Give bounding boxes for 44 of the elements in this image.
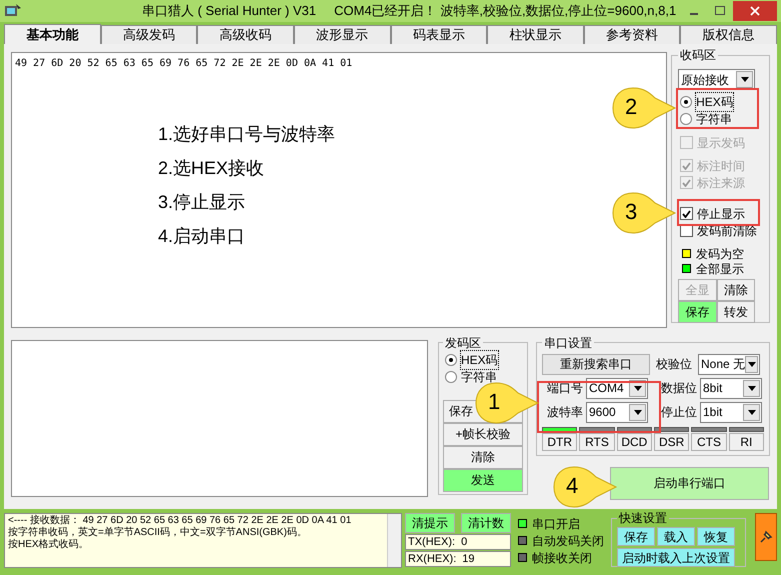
field-label: 校验位: [656, 356, 692, 374]
dropdown-value: 9600: [589, 404, 616, 422]
dropdown-value: 1bit: [703, 404, 722, 422]
field-label: 波特率: [547, 404, 583, 422]
counter-value: 19: [462, 552, 475, 566]
checkbox-label: 标注来源: [697, 174, 746, 192]
status-label: 帧接收关闭: [532, 550, 592, 566]
instruction-text: 4.启动串口: [158, 225, 246, 248]
checkbox-label: 显示发码: [697, 134, 746, 152]
checkbox-label: 标注时间: [697, 158, 746, 174]
radio-label: HEX码: [461, 351, 498, 370]
radio-label: 字符串: [461, 369, 497, 386]
status-label: 自动发码关闭: [532, 532, 604, 550]
panel-title: 串口设置: [543, 334, 593, 352]
field-label: 停止位: [661, 404, 697, 422]
log-line: <---- 接收数据： 49 27 6D 20 52 65 63 65 69 76 65 72 2E 2E 2E 0D 0A 41 01: [8, 515, 352, 526]
panel-title: 收码区: [679, 47, 718, 64]
callout-number: 2: [625, 94, 638, 120]
dropdown-value: COM4: [589, 380, 624, 398]
callout-number: 4: [566, 473, 578, 499]
counter-value: 0: [461, 535, 468, 549]
radio-label: 字符串: [696, 110, 732, 128]
dropdown-value: 8bit: [703, 380, 722, 398]
instruction-text: 2.选HEX接收: [158, 157, 264, 180]
legend-label: 发码为空: [696, 246, 744, 262]
log-line: 按HEX格式收码。: [8, 539, 90, 551]
panel-title: 快速设置: [618, 510, 668, 527]
instruction-text: 3.停止显示: [158, 191, 246, 214]
radio-label: HEX码: [696, 92, 733, 110]
status-label: 串口开启: [532, 516, 580, 532]
instruction-text: 1.选好串口号与波特率: [158, 123, 336, 146]
counter-label: TX(HEX):: [408, 535, 456, 549]
counter-label: RX(HEX):: [408, 552, 456, 566]
legend-label: 全部显示: [696, 260, 744, 278]
dropdown-value: 原始接收: [681, 72, 730, 88]
dropdown-value: None 无: [701, 356, 746, 374]
received-hex-text: 49 27 6D 20 52 65 63 65 69 76 65 72 2E 2E 2E 0D 0A 41 01: [15, 57, 354, 71]
window-title: 串口猎人 ( Serial Hunter ) V31 COM4已经开启！ 波特率,校验位,数据位,停止位=9600,n,8,1: [142, 2, 676, 20]
panel-title: 发码区: [444, 334, 482, 352]
callout-number: 3: [625, 199, 638, 225]
callout-number: 1: [488, 389, 500, 415]
checkbox-label: 停止显示: [697, 206, 746, 222]
log-line: 按字符串收码，英文=单字节ASCII码，中文=双字节ANSI(GBK)码。: [8, 527, 308, 538]
field-label: 数据位: [661, 380, 697, 398]
